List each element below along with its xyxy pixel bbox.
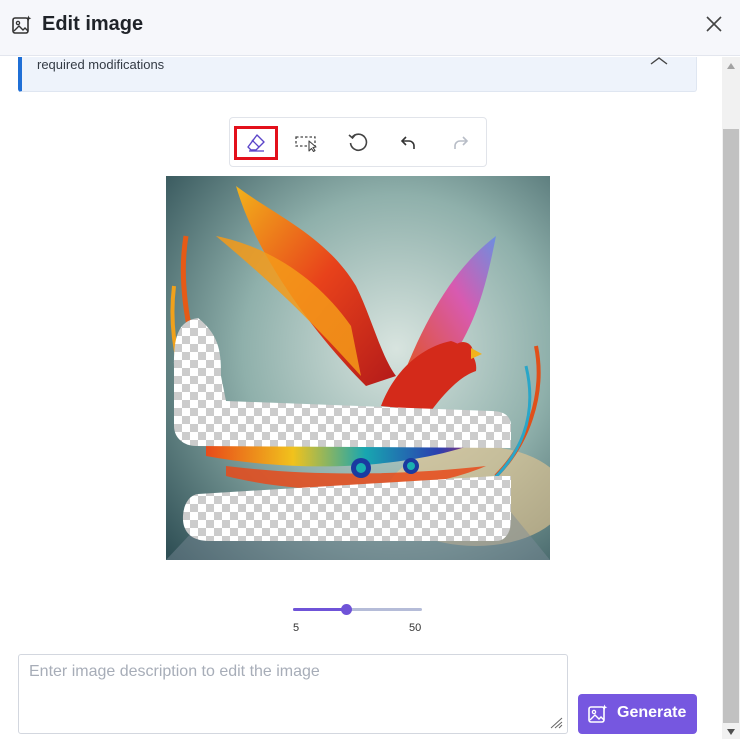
banner-text: required modifications <box>37 57 165 72</box>
eraser-tool-button[interactable] <box>234 126 278 160</box>
image-sparkle-icon <box>588 704 608 723</box>
chevron-up-icon[interactable] <box>650 57 668 65</box>
slider-max-label: 50 <box>409 622 422 634</box>
phoenix-bird-icon <box>166 176 550 560</box>
edit-image-dialog: Edit image required modifications 5 50 E… <box>0 0 740 739</box>
edit-toolbar <box>229 117 487 167</box>
undo-tool-button[interactable] <box>387 126 431 160</box>
rotate-icon <box>348 133 368 152</box>
reset-tool-button[interactable] <box>336 126 380 160</box>
slider-fill <box>293 608 346 611</box>
vertical-scrollbar[interactable] <box>722 57 740 739</box>
description-input[interactable] <box>19 655 567 733</box>
dialog-header: Edit image <box>0 0 740 56</box>
dialog-content: required modifications 5 50 Enter image … <box>0 57 722 739</box>
close-icon[interactable] <box>704 14 724 34</box>
image-edit-icon <box>12 15 32 34</box>
scrollbar-thumb[interactable] <box>723 129 739 723</box>
select-tool-button[interactable] <box>285 126 329 160</box>
slider-min-label: 5 <box>293 622 300 634</box>
eraser-icon <box>247 134 265 152</box>
redo-icon <box>454 136 469 149</box>
slider-thumb[interactable] <box>341 604 352 615</box>
generate-label: Generate <box>617 704 687 721</box>
redo-tool-button[interactable] <box>438 126 482 160</box>
dialog-title: Edit image <box>42 13 144 35</box>
image-canvas[interactable] <box>166 176 550 560</box>
brush-size-slider[interactable]: 5 50 <box>293 602 423 638</box>
rect-select-icon <box>295 136 317 152</box>
scroll-up-icon[interactable] <box>727 63 735 69</box>
resize-grip-icon[interactable] <box>549 717 563 729</box>
undo-icon <box>400 136 415 149</box>
scroll-down-icon[interactable] <box>727 729 735 735</box>
info-banner: required modifications <box>18 57 697 92</box>
generate-button[interactable]: Generate <box>578 694 697 734</box>
description-field-wrapper <box>18 654 568 734</box>
